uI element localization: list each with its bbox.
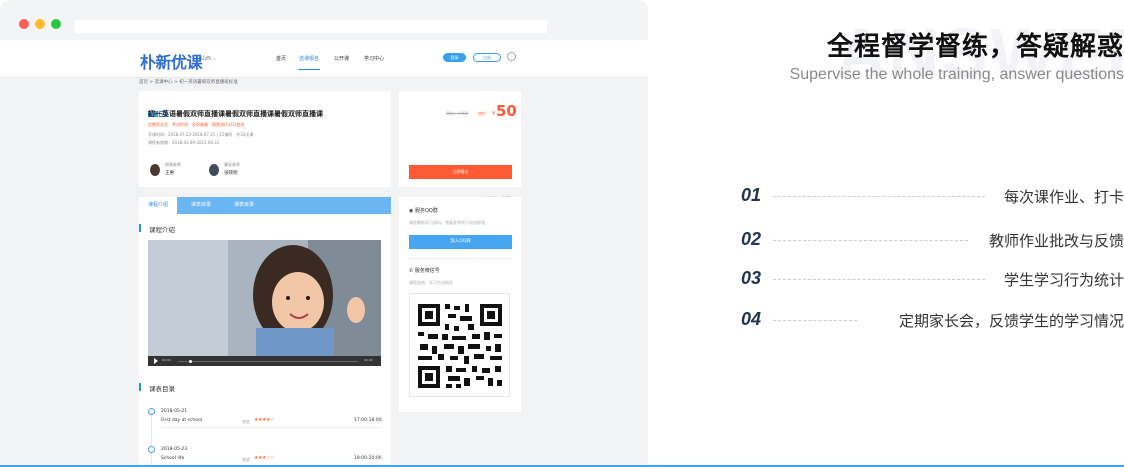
tab-schedule[interactable]: 课表目录	[191, 197, 211, 214]
course-tabs: 课程介绍 课表目录 课表目录	[139, 197, 391, 214]
qr-code-icon	[418, 304, 502, 388]
tutor-avatar	[209, 164, 219, 176]
lesson-dot	[148, 446, 155, 453]
browser-toolbar	[0, 0, 648, 40]
lesson-time: 17:00-18:00	[354, 418, 382, 423]
lesson-title[interactable]: First day at school	[161, 418, 202, 423]
site-logo[interactable]: 朴新优课	[140, 49, 203, 73]
wechat-desc: 课程咨询，学习方法指导	[409, 280, 453, 285]
qq-group-heading-text: 服务QQ群	[414, 208, 438, 214]
address-bar[interactable]	[75, 20, 547, 33]
nav-open-class[interactable]: 公开课	[334, 55, 349, 62]
play-icon[interactable]	[154, 358, 158, 364]
video-current-time: 00:00	[162, 358, 171, 362]
service-card: ◉ 服务QQ群 课程最新学习资料，答疑老师线下加进群组 加入QQ群 ✆ 服务微信…	[399, 197, 521, 412]
teacher-avatar	[150, 164, 160, 176]
feature-dash-line	[773, 196, 985, 197]
promo-subtitle: Supervise the whole training, answer que…	[789, 66, 1124, 83]
course-video[interactable]	[148, 240, 381, 366]
section-marker	[139, 224, 141, 232]
qq-group-heading: ◉ 服务QQ群	[409, 207, 438, 214]
divider	[409, 258, 512, 259]
lesson-difficulty-label: 难度	[242, 419, 250, 424]
lesson-dot	[148, 408, 155, 415]
feature-dash-line	[773, 240, 968, 241]
section-marker-2	[139, 383, 141, 391]
schedule-heading: 课表目录	[149, 385, 175, 393]
lesson-difficulty-stars: ★★★★☆	[254, 417, 274, 423]
video-progress-handle[interactable]	[189, 360, 192, 363]
maximize-window-icon[interactable]	[51, 19, 61, 29]
wechat-heading-text: 服务微信号	[414, 268, 440, 274]
feature-text: 教师作业批改与反馈	[988, 232, 1124, 250]
tab-schedule-2[interactable]: 课表目录	[234, 197, 254, 214]
feature-dash-line	[773, 279, 985, 280]
browser-window: 朴新优课 山西 ⌄ 首页 选课报名 公开课 学习中心 登录 注册 首页 > 选课…	[0, 0, 648, 467]
close-window-icon[interactable]	[19, 19, 29, 29]
feature-number: 03	[741, 268, 762, 288]
enroll-button[interactable]: 立即报名	[409, 165, 512, 179]
feature-text: 每次课作业、打卡	[1003, 188, 1124, 206]
video-progress-track[interactable]	[178, 361, 358, 362]
join-qq-button[interactable]: 加入QQ群	[409, 235, 512, 249]
feature-text: 定期家长会，反馈学生的学习情况	[898, 312, 1124, 330]
nav-learning-center[interactable]: 学习中心	[364, 55, 384, 62]
tab-course-intro[interactable]: 课程介绍	[139, 197, 177, 214]
feature-dash-line	[773, 320, 857, 321]
timeline-line	[151, 414, 152, 464]
price-value: 50	[496, 102, 517, 120]
register-button[interactable]: 注册	[473, 53, 501, 62]
original-price: 原价：¥459	[446, 111, 469, 116]
course-schedule: 开课时间：2018.07.22-2018.07.31 | 15课时 共33次课	[148, 132, 254, 137]
nav-course-signup[interactable]: 选课报名	[299, 55, 319, 62]
price-card-lower: 立即报名	[399, 140, 521, 187]
feature-number: 04	[741, 309, 762, 329]
video-thumbnail	[148, 240, 381, 366]
teacher-name: 王惠	[165, 171, 174, 176]
lesson-date: 2018-05-21	[161, 409, 188, 414]
site-header: 朴新优课 山西 ⌄ 首页 选课报名 公开课 学习中心 登录 注册	[0, 40, 648, 78]
wechat-qr-code	[409, 293, 510, 397]
divider	[161, 427, 381, 428]
promo-title: 全程督学督练，答疑解惑	[826, 32, 1124, 62]
lesson-title[interactable]: School life	[161, 456, 184, 461]
course-title: 初一英语暑假双师直播课暑假双师直播课暑假双师直播课	[148, 110, 323, 118]
feature-text: 学生学习行为统计	[1003, 271, 1124, 289]
feature-number: 01	[741, 185, 762, 205]
lesson-difficulty-label: 难度	[242, 457, 250, 462]
lesson-date: 2018-05-23	[161, 447, 188, 452]
nav-home[interactable]: 首页	[276, 55, 286, 62]
course-features: 定期家长会 考试检测 及时督辅 随堂测(1对1)批改	[148, 122, 245, 127]
lesson-difficulty-stars: ★★★☆☆	[254, 455, 274, 461]
course-info-card: 初三英 初一英语暑假双师直播课暑假双师直播课暑假双师直播课 定期家长会 考试检测…	[139, 91, 391, 187]
special-price-label: 特价：	[478, 111, 490, 116]
price-symbol: ¥	[492, 111, 496, 117]
intro-heading: 课程介绍	[149, 226, 175, 234]
video-total-time: 00:00	[364, 358, 373, 362]
nav-active-underline	[298, 69, 320, 70]
qq-group-desc: 课程最新学习资料，答疑老师线下加进群组	[409, 220, 485, 225]
website: 朴新优课 山西 ⌄ 首页 选课报名 公开课 学习中心 登录 注册 首页 > 选课…	[0, 40, 648, 467]
tutor-name: 张晓明	[224, 171, 238, 176]
breadcrumb: 首页 > 选课中心 > 初一英语暑假双师直播班标准	[139, 80, 238, 85]
course-validity: 课程有效期：2018.03.09-2023.08.31	[148, 140, 220, 145]
lesson-time: 19:00-20:00	[354, 456, 382, 461]
city-selector[interactable]: 山西 ⌄	[201, 55, 217, 62]
teacher-role: 授课老师	[165, 162, 181, 167]
video-controls: 00:00 00:00	[148, 356, 381, 366]
wechat-heading: ✆ 服务微信号	[409, 267, 440, 274]
tutor-role: 辅导老师	[224, 162, 240, 167]
minimize-window-icon[interactable]	[35, 19, 45, 29]
search-icon[interactable]	[507, 52, 516, 61]
page: { "site": { "logo": "朴新优课", "city": "山西 …	[0, 0, 1124, 467]
feature-number: 02	[741, 229, 762, 249]
login-button[interactable]: 登录	[443, 53, 466, 62]
